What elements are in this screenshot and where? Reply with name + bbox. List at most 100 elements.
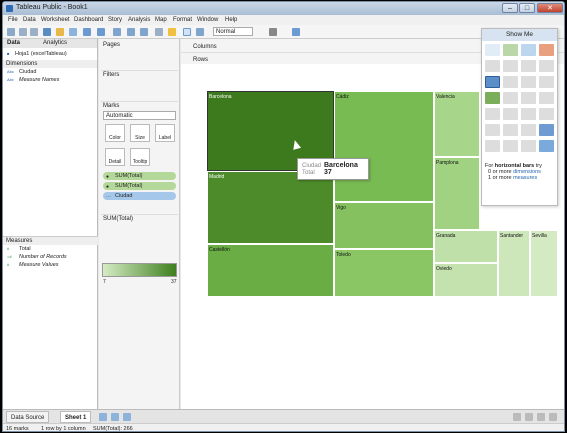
datasource-item[interactable]: ■ Hoja1 (excelTableau) <box>3 50 97 58</box>
swap-icon[interactable] <box>113 28 121 36</box>
group-icon[interactable] <box>155 28 163 36</box>
stacked-horizontal-bars-icon[interactable] <box>503 76 518 88</box>
data-source-tab[interactable]: Data Source <box>6 411 50 423</box>
prev-sheet-nav-icon[interactable] <box>525 413 533 421</box>
gantt-chart-icon[interactable] <box>485 140 500 152</box>
undo-icon[interactable] <box>19 28 27 36</box>
side-by-side-bar-icon[interactable] <box>539 60 554 72</box>
new-datasource-icon[interactable] <box>56 28 64 36</box>
menu-data[interactable]: Data <box>23 17 36 23</box>
stacked-bar-icon[interactable] <box>521 60 536 72</box>
last-sheet-nav-icon[interactable] <box>549 413 557 421</box>
treemap-selected-icon[interactable] <box>485 92 500 104</box>
menu-window[interactable]: Window <box>197 17 218 23</box>
pie-chart-icon[interactable] <box>539 44 554 56</box>
dual-combination-icon[interactable] <box>485 124 500 136</box>
tile-oviedo[interactable]: Oviedo <box>434 263 498 297</box>
box-whisker-icon[interactable] <box>539 124 554 136</box>
filled-map-icon[interactable] <box>503 60 518 72</box>
pages-card[interactable]: Pages <box>101 41 178 69</box>
maximize-button[interactable]: □ <box>519 3 535 13</box>
annotation-icon[interactable] <box>269 28 277 36</box>
detail-button[interactable]: Detail <box>105 148 125 166</box>
treemap-icon[interactable] <box>539 76 554 88</box>
filters-card[interactable]: Filters <box>101 70 178 100</box>
color-pill[interactable]: ● SUM(Total) <box>103 172 176 180</box>
sort-descending-icon[interactable] <box>140 28 148 36</box>
menu-worksheet[interactable]: Worksheet <box>41 17 70 23</box>
size-button[interactable]: Size <box>130 124 150 142</box>
show-me-header[interactable]: Show Me <box>482 29 557 41</box>
new-worksheet-icon[interactable] <box>83 28 91 36</box>
pause-updates-icon[interactable] <box>69 28 77 36</box>
tile-toledo[interactable]: Toledo <box>334 249 434 297</box>
lines-discrete-icon[interactable] <box>485 108 500 120</box>
first-sheet-nav-icon[interactable] <box>513 413 521 421</box>
dimension-measure-names[interactable]: Abc Measure Names <box>3 76 97 84</box>
tile-sevilla[interactable]: Sevilla <box>530 230 558 297</box>
measure-number-of-records[interactable]: =# Number of Records <box>3 253 98 261</box>
heat-map-icon[interactable] <box>503 44 518 56</box>
circle-views-icon[interactable] <box>503 92 518 104</box>
sort-ascending-icon[interactable] <box>127 28 135 36</box>
highlight-table-icon[interactable] <box>521 44 536 56</box>
tile-madrid[interactable]: Madrid <box>207 171 334 244</box>
side-by-side-circles-icon[interactable] <box>521 92 536 104</box>
menu-file[interactable]: File <box>8 17 18 23</box>
new-dashboard-tab-icon[interactable] <box>111 413 119 421</box>
save-icon[interactable] <box>43 28 51 36</box>
symbol-map-icon[interactable] <box>485 60 500 72</box>
tooltip-button[interactable]: Tooltip <box>130 148 150 166</box>
word-cloud-icon[interactable] <box>539 140 554 152</box>
horizontal-bars-icon[interactable] <box>485 76 500 88</box>
menu-analysis[interactable]: Analysis <box>128 17 150 23</box>
mark-type-dropdown[interactable]: Automatic <box>103 111 176 120</box>
new-worksheet-tab-icon[interactable] <box>99 413 107 421</box>
new-story-tab-icon[interactable] <box>123 413 131 421</box>
measure-total[interactable]: # Total <box>3 245 98 253</box>
side-by-side-horizontal-bars-icon[interactable] <box>521 76 536 88</box>
show-labels-icon[interactable] <box>183 28 191 36</box>
tab-analytics[interactable]: Analytics <box>43 40 67 46</box>
tableau-logo-icon[interactable] <box>7 28 15 36</box>
area-discrete-icon[interactable] <box>539 108 554 120</box>
tile-granada[interactable]: Granada <box>434 230 498 263</box>
tile-vigo[interactable]: Vigo <box>334 202 434 249</box>
packed-bubbles-icon[interactable] <box>521 140 536 152</box>
lines-continuous-icon[interactable] <box>539 92 554 104</box>
highlight-icon[interactable] <box>168 28 176 36</box>
menu-dashboard[interactable]: Dashboard <box>74 17 103 23</box>
menu-help[interactable]: Help <box>225 17 237 23</box>
bullet-graph-icon[interactable] <box>503 140 518 152</box>
tile-santander[interactable]: Santander <box>498 230 530 297</box>
duplicate-sheet-icon[interactable] <box>97 28 105 36</box>
measure-line-link[interactable]: measures <box>513 175 537 181</box>
histogram-icon[interactable] <box>521 124 536 136</box>
tile-cadiz[interactable]: Cádiz <box>334 91 434 202</box>
dual-lines-icon[interactable] <box>503 108 518 120</box>
sheet1-tab[interactable]: Sheet 1 <box>60 411 92 423</box>
size-pill[interactable]: ● SUM(Total) <box>103 182 176 190</box>
close-button[interactable]: ✕ <box>537 3 563 13</box>
tab-data[interactable]: Data <box>7 40 20 46</box>
menu-story[interactable]: Story <box>108 17 122 23</box>
tile-pamplona[interactable]: Pamplona <box>434 157 480 230</box>
tile-valencia[interactable]: Valencia <box>434 91 480 157</box>
scatter-plot-icon[interactable] <box>503 124 518 136</box>
dimension-ciudad[interactable]: Abc Ciudad <box>3 68 97 76</box>
presentation-mode-icon[interactable] <box>292 28 300 36</box>
text-table-icon[interactable] <box>485 44 500 56</box>
menu-map[interactable]: Map <box>155 17 167 23</box>
next-sheet-nav-icon[interactable] <box>537 413 545 421</box>
minimize-button[interactable]: – <box>502 3 518 13</box>
detail-pill[interactable]: ⋯ Ciudad <box>103 192 176 200</box>
label-button[interactable]: Label <box>155 124 175 142</box>
area-continuous-icon[interactable] <box>521 108 536 120</box>
measure-measure-values[interactable]: # Measure Values <box>3 261 98 269</box>
color-button[interactable]: Color <box>105 124 125 142</box>
redo-icon[interactable] <box>30 28 38 36</box>
fix-axes-icon[interactable] <box>196 28 204 36</box>
menu-format[interactable]: Format <box>173 17 192 23</box>
fit-dropdown[interactable]: Normal <box>213 27 253 36</box>
tile-castellon[interactable]: Castellón <box>207 244 334 297</box>
